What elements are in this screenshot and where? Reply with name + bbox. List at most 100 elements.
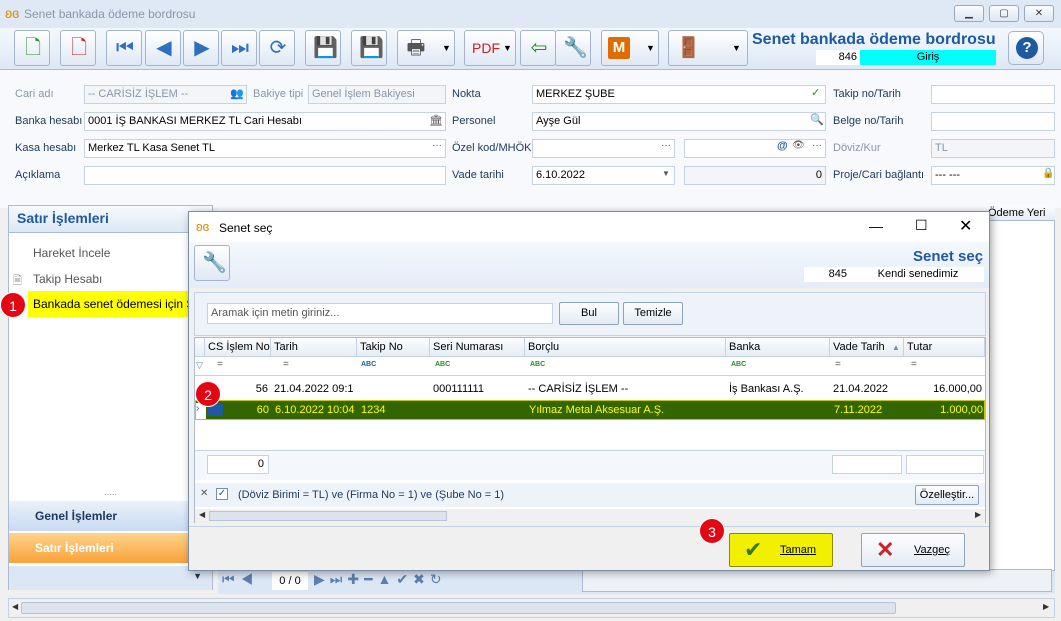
main-hscrollbar[interactable]: ◀ ▶	[8, 598, 1055, 618]
cancel-button[interactable]: ✕ Vazgeç	[861, 533, 965, 567]
filter-equals-icon[interactable]: =	[835, 359, 841, 370]
navigator-first-prev-icon[interactable]: ⏮◀	[222, 571, 259, 588]
group-genel-islemler[interactable]: Genel İşlemler	[9, 501, 212, 531]
ok-button[interactable]: ✔ Tamam	[729, 533, 833, 567]
scroll-left-icon[interactable]: ◀	[12, 602, 18, 611]
refresh-button[interactable]: ⟳	[259, 30, 295, 66]
vade-tarihi-field[interactable]: 6.10.2022	[532, 166, 675, 185]
doviz-field: TL	[931, 139, 1055, 158]
dialog-hscroll-thumb[interactable]	[209, 511, 447, 521]
filter-equals-icon[interactable]: =	[217, 359, 223, 370]
filter-equals-icon[interactable]: =	[283, 359, 289, 370]
next-record-button[interactable]: ▶	[183, 30, 219, 66]
nav-item-hareket-incele[interactable]: Hareket İncele	[33, 246, 110, 260]
dialog-maximize-button[interactable]: ☐	[915, 217, 928, 234]
chevron-down-icon[interactable]: ▼	[662, 169, 670, 178]
minimize-button[interactable]: ▁	[954, 5, 984, 22]
nav-item-bankada-senet[interactable]: Bankada senet ödemesi için S	[33, 297, 191, 311]
filter-text-icon[interactable]: ABC	[361, 361, 376, 368]
dialog-title: Senet seç	[219, 221, 273, 235]
cell-vade-tarih: 21.04.2022	[833, 383, 889, 395]
col-tarih[interactable]: Tarih	[271, 338, 357, 357]
delete-button[interactable]: 🗋	[60, 30, 96, 66]
filter-enable-checkbox[interactable]: ✓	[216, 488, 228, 500]
belge-no-field[interactable]	[931, 112, 1055, 131]
filter-text-icon[interactable]: ABC	[435, 361, 450, 368]
new-button[interactable]: 🗋	[14, 30, 50, 66]
col-seri-numarasi[interactable]: Seri Numarası	[430, 338, 525, 357]
cell-vade-tarih: 7.11.2022	[834, 404, 883, 416]
nav-chevron-icon[interactable]: ▼	[9, 566, 212, 590]
at-icon: @	[777, 140, 788, 152]
save-close-button[interactable]: 💾	[351, 30, 387, 66]
filter-text-icon[interactable]: ABC	[530, 361, 545, 368]
navigator-actions-icon[interactable]: ▶⏭✚━▲✔✖↻	[314, 571, 447, 588]
kasa-hesabi-field[interactable]: Merkez TL Kasa Senet TL	[84, 139, 446, 158]
nav-item-takip-hesabi[interactable]: Takip Hesabı	[33, 272, 102, 286]
grid-filter-row: ▽ = = ABC ABC ABC ABC = =	[195, 357, 985, 376]
vade-gun-field: 0	[684, 166, 826, 185]
dialog-close-button[interactable]: ✕	[959, 216, 972, 236]
splitter-grip[interactable]: ·····	[10, 491, 211, 499]
bakiye-tipi-field[interactable]: Genel İşlem Bakiyesi	[308, 85, 446, 104]
settings-button[interactable]: 🔧	[555, 30, 591, 66]
table-row[interactable]: 56 21.04.2022 09:1 000111111 -- CARİSİZ …	[195, 380, 985, 398]
nokta-field[interactable]: MERKEZ ŞUBE	[532, 85, 826, 104]
kasa-hesabi-label: Kasa hesabı	[15, 142, 77, 154]
prev-record-button[interactable]: ◀	[145, 30, 181, 66]
banka-hesabi-field[interactable]: 0001 İŞ BANKASI MERKEZ TL Cari Hesabı	[84, 112, 446, 131]
group-satir-islemleri[interactable]: Satır İşlemleri	[9, 533, 212, 563]
col-tutar[interactable]: Tutar	[904, 338, 985, 357]
filter-equals-icon[interactable]: =	[911, 359, 917, 370]
lock-icon: 🔒	[1042, 168, 1055, 179]
ellipsis-icon[interactable]: ···	[661, 140, 671, 151]
find-button[interactable]: Bul	[559, 302, 619, 325]
first-record-button[interactable]: ⏮	[106, 30, 142, 66]
import-button[interactable]: ⇦	[520, 30, 556, 66]
maximize-button[interactable]: ▢	[989, 5, 1019, 22]
filter-remove-icon[interactable]: ✕	[200, 488, 208, 499]
window-title: Senet bankada ödeme bordrosu	[24, 7, 196, 21]
dialog-minimize-button[interactable]: —	[869, 218, 883, 234]
col-takip-no[interactable]: Takip No	[357, 338, 430, 357]
checkmark-icon: ✔	[744, 537, 763, 562]
scroll-left-icon[interactable]: ◀	[199, 510, 205, 519]
takip-no-field[interactable]	[931, 85, 1055, 104]
clear-button[interactable]: Temizle	[623, 302, 683, 325]
annotation-badge-2: 2	[195, 381, 221, 407]
save-button[interactable]: 💾	[305, 30, 341, 66]
export-button[interactable]: PDF ▼	[464, 30, 516, 66]
main-hscroll-thumb[interactable]	[21, 602, 896, 614]
scroll-right-icon[interactable]: ▶	[1043, 602, 1049, 611]
cancel-button-label: Vazgeç	[914, 544, 950, 556]
scroll-right-icon[interactable]: ▶	[975, 510, 981, 519]
close-button[interactable]: ✕	[1024, 5, 1054, 22]
import-icon: ⇦	[530, 37, 548, 59]
exit-door-icon: 🚪	[676, 37, 701, 59]
people-icon: 👥	[230, 88, 244, 100]
exit-button[interactable]: 🚪 ▼	[668, 30, 748, 66]
last-record-button[interactable]: ⏭	[221, 30, 257, 66]
customize-button[interactable]: Özelleştir...	[915, 485, 979, 505]
col-cs-islem-no[interactable]: CS İşlem No	[205, 338, 271, 357]
dialog-settings-button[interactable]: 🔧	[194, 245, 230, 281]
ozel-kod-field[interactable]	[532, 139, 675, 158]
ellipsis-icon[interactable]: ···	[812, 140, 822, 151]
help-button[interactable]: ?	[1008, 31, 1044, 65]
proje-field[interactable]: --- ---	[931, 166, 1055, 185]
dialog-hscrollbar[interactable]: ◀ ▶	[195, 509, 985, 523]
filter-text-icon[interactable]: ABC	[731, 361, 746, 368]
search-input[interactable]: Aramak için metin giriniz...	[207, 303, 553, 324]
m-menu-button[interactable]: M ▼	[601, 30, 659, 66]
aciklama-field[interactable]	[84, 166, 446, 185]
personel-field[interactable]: Ayşe Gül	[532, 112, 826, 131]
detail-grid-hscroll[interactable]	[582, 569, 1052, 592]
takip-no-label: Takip no/Tarih	[833, 88, 901, 100]
col-borclu[interactable]: Borçlu	[525, 338, 726, 357]
cari-adi-field[interactable]: -- CARİSİZ İŞLEM --	[84, 85, 247, 104]
table-row-selected[interactable]: › 60 6.10.2022 10:04 1234 Yılmaz Metal A…	[195, 400, 985, 420]
col-banka[interactable]: Banka	[726, 338, 830, 357]
ellipsis-icon[interactable]: ···	[432, 140, 442, 151]
delete-doc-icon: 🗋	[70, 37, 88, 59]
print-button[interactable]: 🖶 ▼	[397, 30, 455, 66]
